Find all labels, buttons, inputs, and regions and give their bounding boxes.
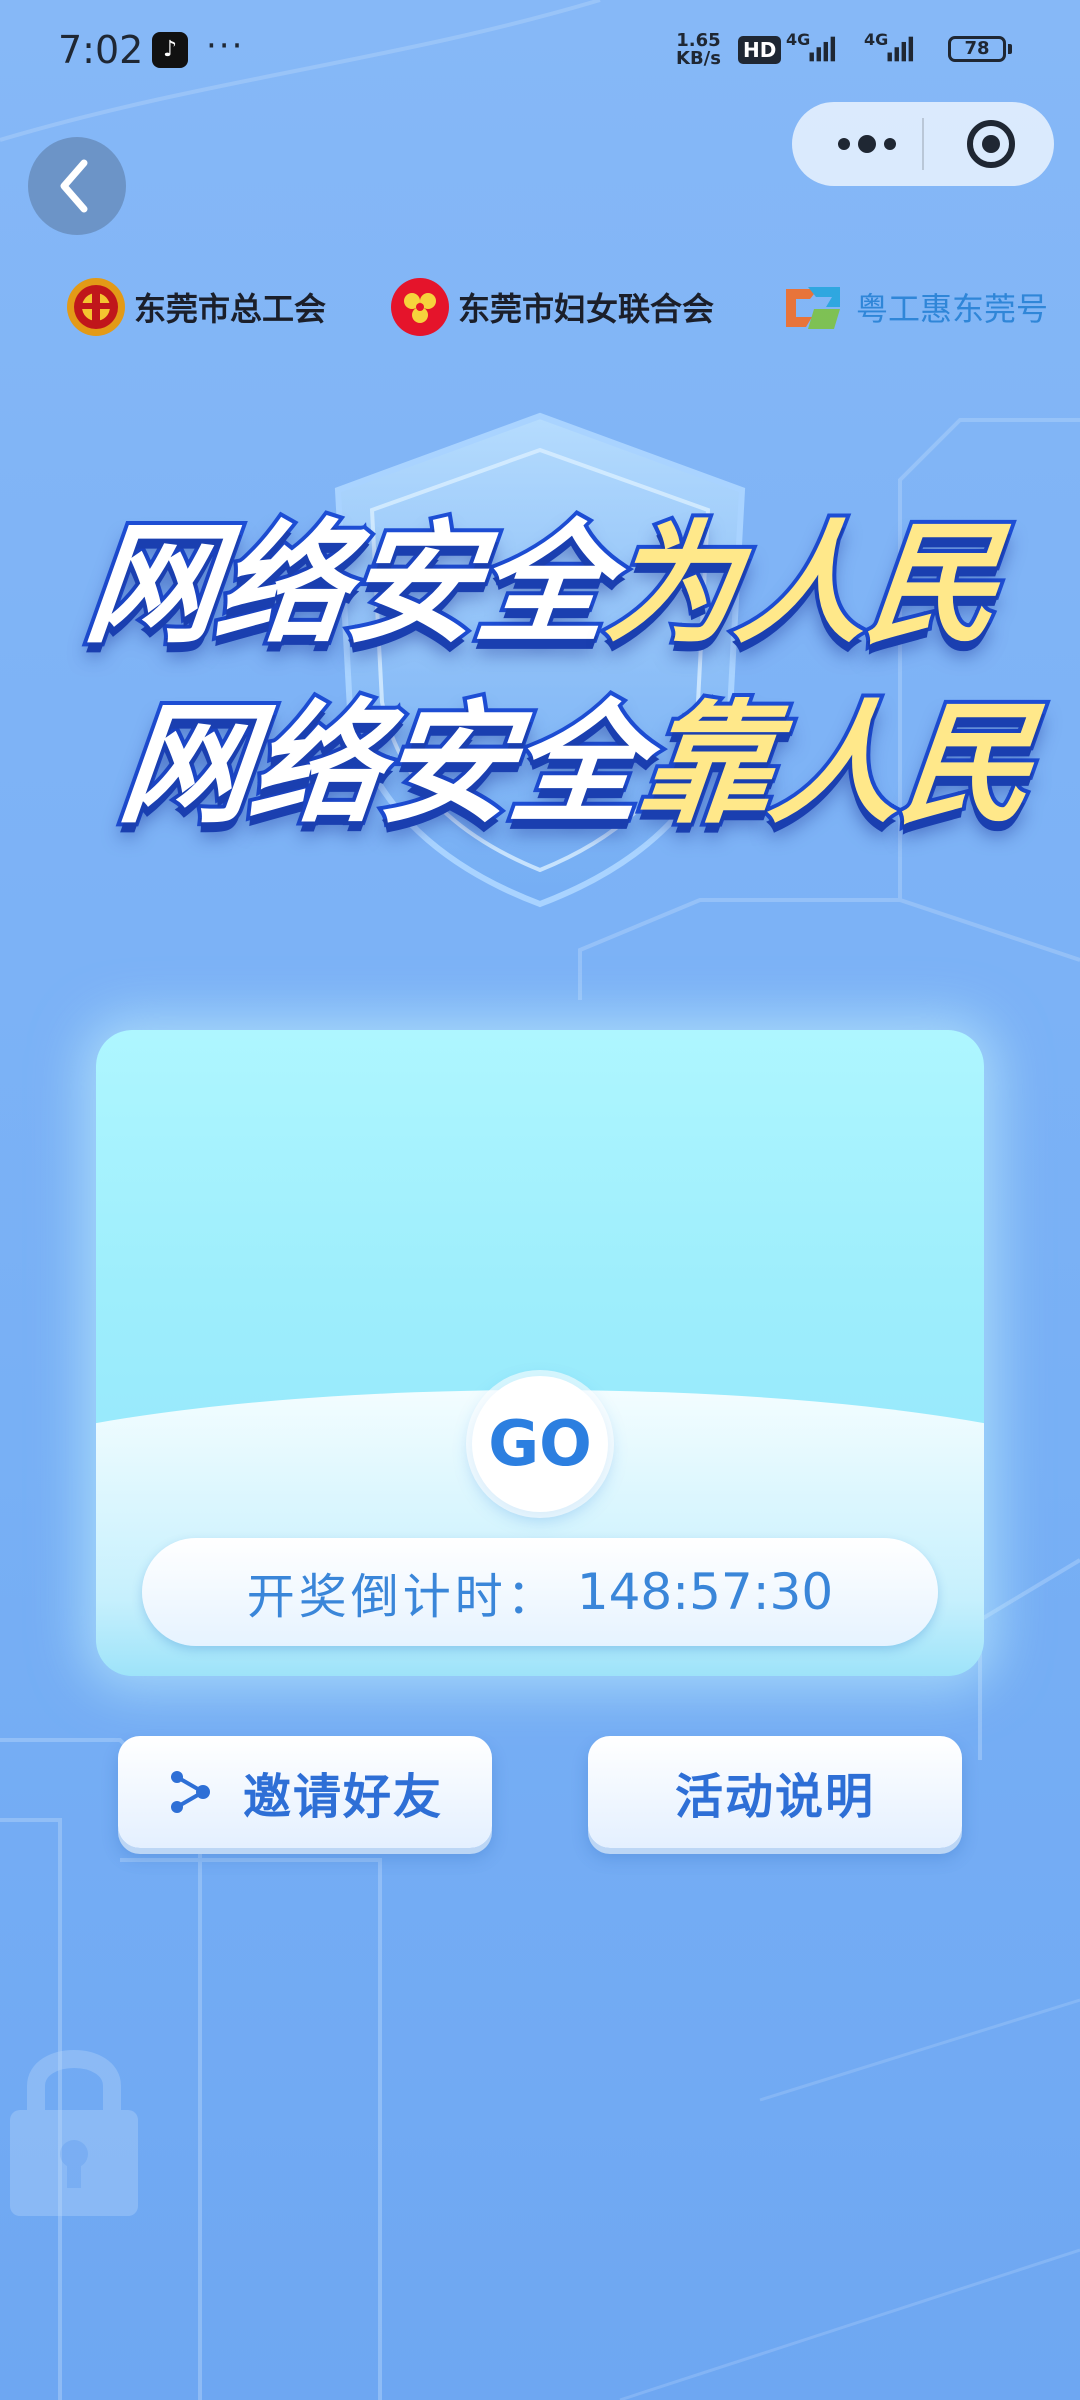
banner-line-2-highlight: 靠人民 — [629, 684, 1043, 846]
banner-line-2: 网络安全靠人民 — [109, 658, 1043, 849]
chevron-left-icon — [60, 159, 88, 213]
close-button[interactable] — [956, 116, 1026, 172]
organizer-name: 东莞市总工会 — [134, 290, 327, 328]
invite-friends-button[interactable]: 邀请好友 — [118, 1736, 492, 1848]
yuegonghui-logo — [786, 287, 840, 329]
banner-line-1-highlight: 为人民 — [595, 504, 1009, 666]
organizer-womens-federation: 东莞市妇女联合会 — [390, 272, 714, 342]
countdown-value: 148:57:30 — [576, 1563, 834, 1621]
countdown-bar: 开奖倒计时： 148:57:30 — [142, 1538, 938, 1646]
capsule-divider — [922, 118, 924, 170]
invite-friends-label: 邀请好友 — [242, 1769, 443, 1825]
organizer-trade-union: 东莞市总工会 — [66, 272, 326, 342]
share-icon — [170, 1771, 210, 1813]
trade-union-logo — [67, 278, 125, 336]
banner-line-2-main: 网络安全 — [109, 684, 653, 846]
countdown-label: 开奖倒计时： — [246, 1569, 559, 1625]
more-button[interactable] — [822, 118, 912, 170]
lock-icon — [10, 2050, 138, 2216]
back-button[interactable] — [28, 137, 126, 235]
organizer-name: 东莞市妇女联合会 — [458, 290, 715, 328]
signal-bars-icon — [809, 36, 836, 62]
status-time: 7:02 — [58, 28, 144, 72]
womens-federation-logo — [391, 278, 449, 336]
target-icon — [967, 120, 1015, 168]
go-button[interactable]: GO — [472, 1376, 608, 1512]
activity-rules-label: 活动说明 — [674, 1769, 875, 1825]
battery-icon: 78 — [948, 36, 1006, 62]
status-more-icon: ··· — [206, 26, 245, 66]
organizer-yuegonghui: 粤工惠东莞号 — [778, 272, 1048, 342]
network-speed-unit: KB/s — [676, 48, 721, 69]
signal-1: 4G — [786, 30, 836, 62]
tiktok-icon: ♪ — [152, 32, 188, 68]
signal-bars-icon — [887, 36, 914, 62]
organizer-name: 粤工惠东莞号 — [856, 290, 1049, 328]
activity-rules-button[interactable]: 活动说明 — [588, 1736, 962, 1848]
signal-2: 4G — [864, 30, 914, 62]
banner-line-1-main: 网络安全 — [75, 504, 619, 666]
network-speed: 1.65 KB/s — [676, 32, 721, 68]
battery-tip — [1008, 44, 1012, 54]
hd-badge: HD — [738, 36, 782, 64]
banner-line-1: 网络安全为人民 — [75, 478, 1009, 669]
more-dots-icon — [838, 135, 896, 153]
